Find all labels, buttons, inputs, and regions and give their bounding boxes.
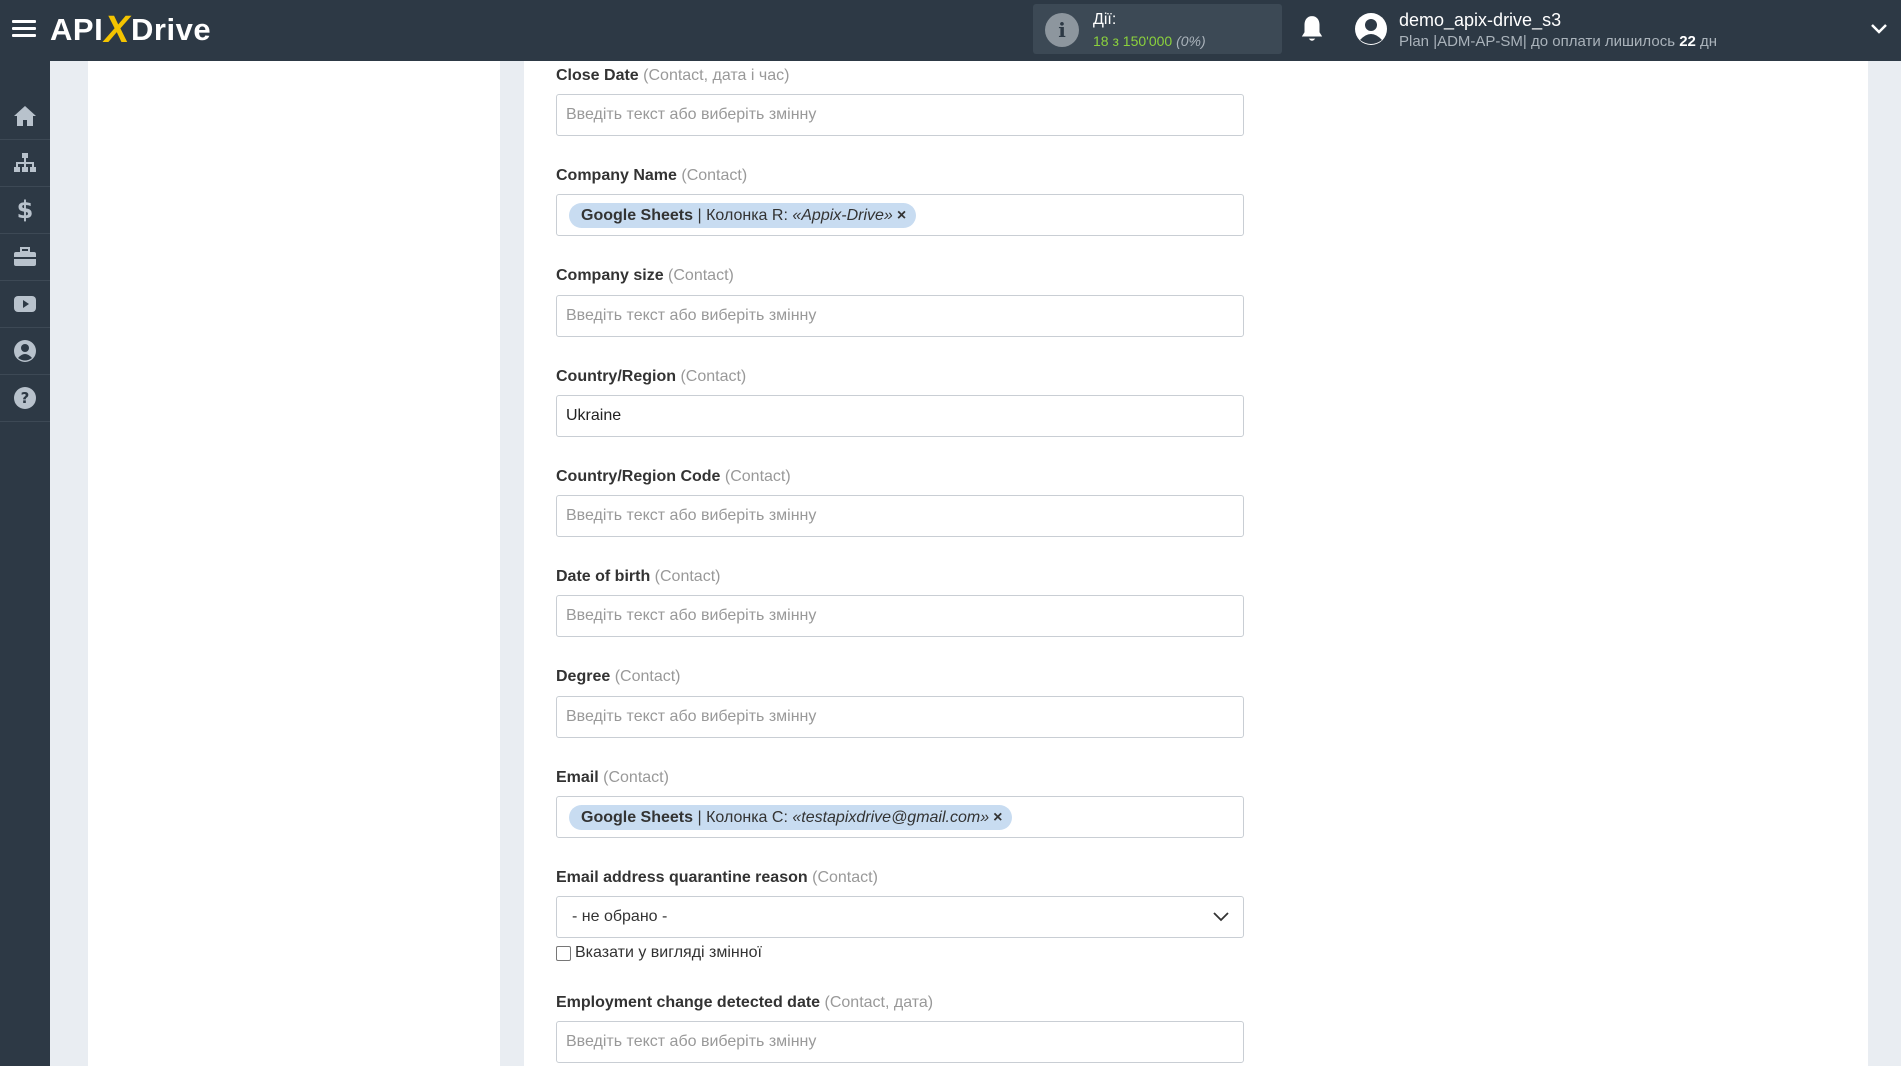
country-region-code-input[interactable]: Введіть текст або виберіть змінну — [556, 495, 1244, 537]
sitemap-icon — [14, 153, 36, 172]
chevron-down-icon[interactable] — [1870, 22, 1888, 36]
briefcase-icon — [14, 247, 36, 266]
home-icon — [14, 106, 36, 126]
company-size-input[interactable]: Введіть текст або виберіть змінну — [556, 295, 1244, 337]
field-label-close-date: Close Date (Contact, дата і час) — [556, 67, 790, 84]
field-label-degree: Degree (Contact) — [556, 668, 681, 685]
select-value: - не обрано - — [572, 908, 668, 925]
help-icon: ? — [14, 387, 36, 409]
info-icon: i — [1045, 13, 1079, 47]
sidebar-item-help[interactable]: ? — [0, 375, 50, 422]
field-label-company-size: Company size (Contact) — [556, 267, 734, 284]
as-variable-checkbox-row: Вказати у вигляді змінної — [556, 944, 762, 962]
sidebar-item-videos[interactable] — [0, 281, 50, 328]
field-label-email-quarantine-reason: Email address quarantine reason (Contact… — [556, 869, 878, 886]
user-circle-icon — [14, 340, 36, 362]
actions-count: 18 з 150'000 (0%) — [1093, 33, 1206, 49]
remove-tag-icon[interactable]: × — [993, 809, 1002, 826]
degree-input[interactable]: Введіть текст або виберіть змінну — [556, 696, 1244, 738]
sidebar-item-profile[interactable] — [0, 328, 50, 375]
field-label-employment-change-date: Employment change detected date (Contact… — [556, 994, 934, 1011]
user-plan: Plan |ADM-AP-SM| до оплати лишилось 22 д… — [1399, 33, 1718, 50]
close-date-input[interactable]: Введіть текст або виберіть змінну — [556, 94, 1244, 136]
country-region-input[interactable]: Ukraine — [556, 395, 1244, 437]
sidebar: $ ? — [0, 61, 50, 1066]
logo-text-left: API — [50, 12, 104, 47]
user-avatar-icon[interactable] — [1354, 12, 1388, 46]
variable-tag[interactable]: Google Sheets | Колонка R: «Appix-Drive»… — [569, 203, 917, 228]
svg-text:?: ? — [21, 389, 30, 407]
field-label-country-region-code: Country/Region Code (Contact) — [556, 468, 791, 485]
bell-icon[interactable] — [1299, 14, 1325, 44]
field-label-email: Email (Contact) — [556, 769, 669, 786]
sidebar-item-billing[interactable]: $ — [0, 187, 50, 234]
company-name-input[interactable]: Google Sheets | Колонка R: «Appix-Drive»… — [556, 194, 1244, 236]
email-input[interactable]: Google Sheets | Колонка C: «testapixdriv… — [556, 796, 1244, 838]
variable-tag[interactable]: Google Sheets | Колонка C: «testapixdriv… — [569, 805, 1013, 830]
actions-counter[interactable]: i Дії: 18 з 150'000 (0%) — [1033, 4, 1282, 54]
actions-label: Дії: — [1093, 11, 1117, 28]
email-quarantine-reason-select[interactable]: - не обрано - — [556, 896, 1244, 938]
dollar-icon: $ — [16, 196, 34, 224]
top-bar: API X Drive i Дії: 18 з 150'000 (0%) demo_… — [0, 0, 1901, 61]
date-of-birth-input[interactable]: Введіть текст або виберіть змінну — [556, 595, 1244, 637]
as-variable-checkbox[interactable] — [556, 945, 571, 961]
sidebar-item-connections[interactable] — [0, 140, 50, 187]
menu-icon[interactable] — [12, 16, 36, 40]
employment-change-date-input[interactable]: Введіть текст або виберіть змінну — [556, 1021, 1244, 1063]
user-name[interactable]: demo_apix-drive_s3 — [1399, 10, 1561, 31]
sidebar-item-tools[interactable] — [0, 234, 50, 281]
field-label-company-name: Company Name (Contact) — [556, 167, 748, 184]
field-label-country-region: Country/Region (Contact) — [556, 368, 747, 385]
remove-tag-icon[interactable]: × — [897, 207, 906, 224]
youtube-icon — [14, 296, 36, 312]
as-variable-checkbox-label[interactable]: Вказати у вигляді змінної — [575, 944, 762, 962]
field-label-date-of-birth: Date of birth (Contact) — [556, 568, 721, 585]
logo-x: X — [104, 8, 131, 51]
sidebar-item-home[interactable] — [0, 93, 50, 140]
apix-drive-logo[interactable]: API X Drive — [50, 8, 212, 51]
chevron-down-icon — [1213, 912, 1229, 922]
logo-text-right: Drive — [131, 12, 212, 47]
left-panel — [88, 61, 500, 1066]
